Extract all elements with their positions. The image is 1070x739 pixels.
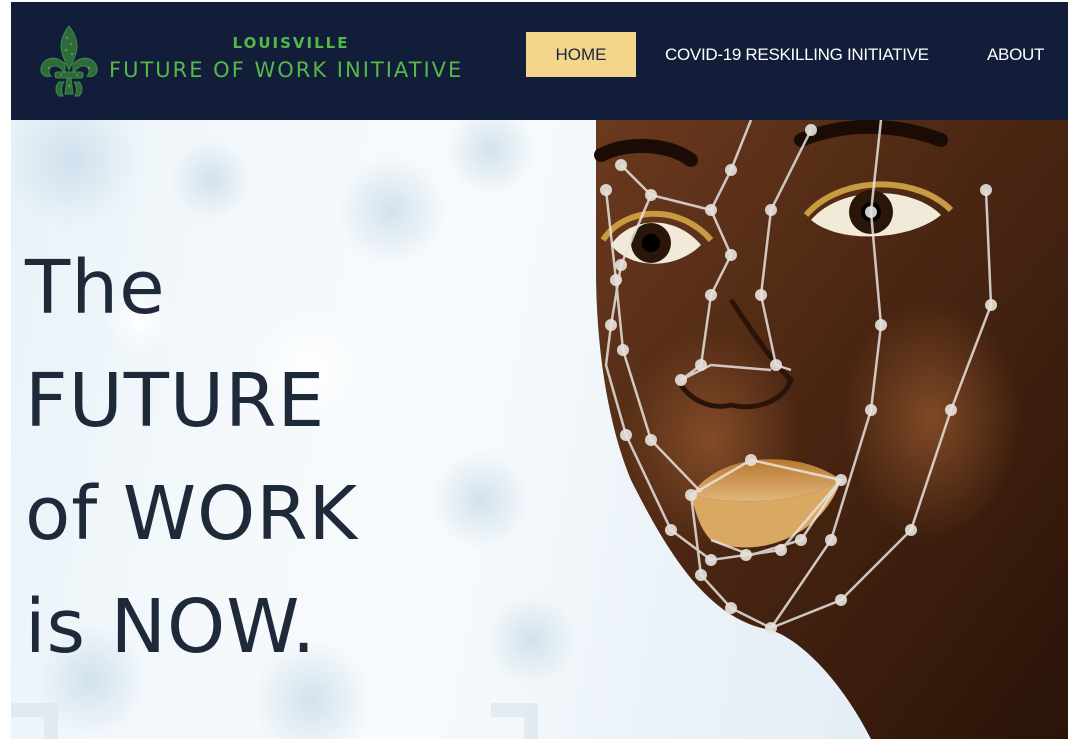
headline-line-3: of WORK <box>25 471 359 557</box>
headline-line-1: The <box>25 245 166 331</box>
page: LOUISVILLE FUTURE OF WORK INITIATIVE HOM… <box>0 0 1070 739</box>
fleur-de-lis-icon[interactable] <box>37 24 101 98</box>
hero-banner: The FUTURE of WORK is NOW. <box>11 120 1068 739</box>
site-header: LOUISVILLE FUTURE OF WORK INITIATIVE HOM… <box>11 2 1068 120</box>
logo-title-bottom[interactable]: FUTURE OF WORK INITIATIVE <box>109 58 463 82</box>
nav-about[interactable]: ABOUT <box>987 32 1044 77</box>
headline-line-4: is NOW. <box>25 584 317 670</box>
hero-headline: The FUTURE of WORK is NOW. <box>25 232 358 684</box>
nav-home[interactable]: HOME <box>526 32 636 77</box>
logo-title-top[interactable]: LOUISVILLE <box>211 34 371 52</box>
nav-covid-reskilling[interactable]: COVID-19 RESKILLING INITIATIVE <box>665 32 929 77</box>
headline-line-2: FUTURE <box>25 358 326 444</box>
